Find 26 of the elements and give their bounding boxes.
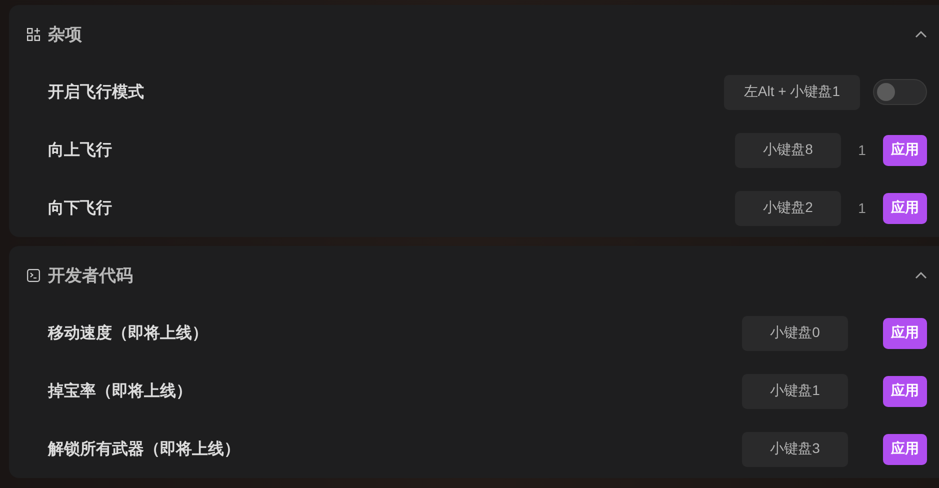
apply-button[interactable]: 应用 <box>883 434 927 464</box>
hotkey-field[interactable]: 小键盘0 <box>742 316 848 350</box>
apply-button[interactable]: 应用 <box>883 376 927 406</box>
section-title: 开发者代码 <box>48 264 134 286</box>
setting-label: 开启飞行模式 <box>48 82 145 102</box>
chevron-up-icon[interactable] <box>915 272 927 278</box>
apply-button[interactable]: 应用 <box>883 192 927 224</box>
grid-plus-icon <box>27 28 40 40</box>
hotkey-field[interactable]: 小键盘3 <box>742 432 848 466</box>
setting-label: 移动速度（即将上线） <box>48 323 209 344</box>
chevron-up-icon[interactable] <box>915 30 927 38</box>
count-text: 1 <box>857 142 867 158</box>
apply-button[interactable]: 应用 <box>883 134 927 166</box>
setting-label: 解锁所有武器（即将上线） <box>48 440 241 460</box>
hotkey-field[interactable]: 小键盘1 <box>742 374 848 408</box>
count-text: 1 <box>857 200 867 216</box>
setting-label: 掉宝率（即将上线） <box>48 381 193 402</box>
hotkey-field[interactable]: 小键盘8 <box>735 132 841 168</box>
apply-button[interactable]: 应用 <box>883 318 927 348</box>
hotkey-field[interactable]: 小键盘2 <box>735 190 841 226</box>
setting-label: 向下飞行 <box>48 198 113 218</box>
terminal-icon <box>27 268 40 282</box>
hotkey-field[interactable]: 左Alt + 小键盘1 <box>724 74 860 110</box>
toggle-switch[interactable] <box>873 79 927 105</box>
setting-label: 向上飞行 <box>48 140 113 160</box>
section-title: 杂项 <box>48 24 83 46</box>
